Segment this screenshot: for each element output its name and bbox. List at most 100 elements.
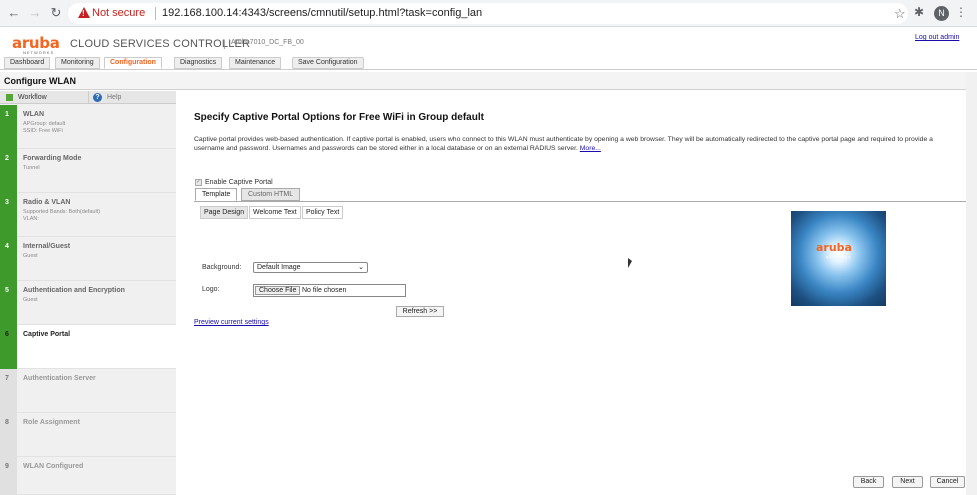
not-secure-label[interactable]: Not secure xyxy=(92,7,145,19)
step-title: Authentication Server xyxy=(23,375,96,382)
step-detail: Tunnel xyxy=(23,165,40,171)
step-number: 4 xyxy=(5,243,9,250)
cancel-button[interactable]: Cancel xyxy=(930,476,965,488)
app-header: aruba NETWORKS CLOUD SERVICES CONTROLLER… xyxy=(0,28,977,70)
step-number: 7 xyxy=(5,375,9,382)
next-button[interactable]: Next xyxy=(892,476,923,488)
logo-file-input[interactable]: Choose File No file chosen xyxy=(253,284,406,297)
profile-avatar[interactable]: N xyxy=(934,6,949,21)
step-number: 5 xyxy=(5,287,9,294)
step-title: Forwarding Mode xyxy=(23,155,82,162)
step-title: Radio & VLAN xyxy=(23,199,71,206)
title-separator: | xyxy=(223,39,226,50)
back-arrow-icon[interactable]: ← xyxy=(6,5,22,21)
workflow-step-internal-guest[interactable]: 4 Internal/Guest Guest xyxy=(0,237,176,281)
background-select[interactable]: Default Image ⌄ xyxy=(253,262,368,273)
help-icon[interactable]: ? xyxy=(93,93,102,102)
workflow-sidebar: Workflow ? Help 1 WLAN APGroup: default … xyxy=(0,91,176,495)
tab-page-design[interactable]: Page Design xyxy=(200,206,249,219)
enable-captive-portal-checkbox[interactable]: ✓ xyxy=(195,179,202,186)
portal-preview-image: aruba NETWORKS xyxy=(791,211,886,306)
choose-file-button[interactable]: Choose File xyxy=(255,286,301,295)
tab-maintenance[interactable]: Maintenance xyxy=(229,57,282,69)
sidebar-header: Workflow ? Help xyxy=(0,91,176,104)
tab-custom-html[interactable]: Custom HTML xyxy=(241,188,301,201)
workflow-step-wlan-configured[interactable]: 9 WLAN Configured xyxy=(0,457,176,495)
tab-diagnostics[interactable]: Diagnostics xyxy=(174,57,223,69)
workflow-step-captive-portal[interactable]: 6 Captive Portal xyxy=(0,325,176,369)
step-number: 9 xyxy=(5,463,9,470)
logo-subtext: NETWORKS xyxy=(23,50,55,55)
step-detail: Guest xyxy=(23,253,38,259)
tabs-divider xyxy=(0,69,977,70)
workflow-tab[interactable]: Workflow xyxy=(18,94,47,101)
description-text: Captive portal provides web-based authen… xyxy=(194,136,933,152)
address-bar[interactable]: Not secure 192.168.100.14:4343/screens/c… xyxy=(68,3,908,24)
logout-link[interactable]: Log out admin xyxy=(915,34,959,41)
step-title: Authentication and Encryption xyxy=(23,287,125,294)
tab-template[interactable]: Template xyxy=(195,188,238,201)
preview-current-settings-link[interactable]: Preview current settings xyxy=(194,319,269,326)
more-link[interactable]: More... xyxy=(580,145,601,152)
workflow-step-authentication-server[interactable]: 7 Authentication Server xyxy=(0,369,176,413)
step-detail: SSID: Free WiFi xyxy=(23,128,63,134)
background-label: Background: xyxy=(202,264,242,271)
workflow-square-icon xyxy=(6,94,13,101)
tab-policy-text[interactable]: Policy Text xyxy=(302,206,344,219)
logo-label: Logo: xyxy=(202,286,220,293)
captive-portal-description: Captive portal provides web-based authen… xyxy=(194,135,964,153)
page-title: Configure WLAN xyxy=(4,76,76,86)
tab-monitoring[interactable]: Monitoring xyxy=(55,57,100,69)
step-title: Role Assignment xyxy=(23,419,80,426)
step-number: 2 xyxy=(5,155,9,162)
step-number: 8 xyxy=(5,419,9,426)
main-panel: Specify Captive Portal Options for Free … xyxy=(177,91,977,495)
mouse-cursor-icon xyxy=(628,258,632,268)
step-title: WLAN xyxy=(23,111,44,118)
step-title: Captive Portal xyxy=(23,331,71,338)
tabs-divider xyxy=(194,201,977,202)
enable-captive-portal-label: Enable Captive Portal xyxy=(205,179,273,186)
page-scrollbar[interactable] xyxy=(966,72,977,495)
tab-welcome-text[interactable]: Welcome Text xyxy=(249,206,301,219)
workflow-step-authentication-encryption[interactable]: 5 Authentication and Encryption Guest xyxy=(0,281,176,325)
forward-arrow-icon[interactable]: → xyxy=(27,5,43,21)
step-title: WLAN Configured xyxy=(23,463,84,470)
step-detail: Guest xyxy=(23,297,38,303)
save-configuration-button[interactable]: Save Configuration xyxy=(292,57,364,69)
step-detail: Supported Bands: Both(default) xyxy=(23,209,101,215)
url-text[interactable]: 192.168.100.14:4343/screens/cmnutil/setu… xyxy=(162,7,482,19)
refresh-button[interactable]: Refresh >> xyxy=(396,306,444,317)
help-tab[interactable]: Help xyxy=(107,94,121,101)
tab-configuration[interactable]: Configuration xyxy=(104,57,162,69)
controller-hostname: Aruba7010_DC_FB_00 xyxy=(231,39,304,46)
bookmark-star-icon[interactable]: ☆ xyxy=(894,6,906,22)
step-number: 3 xyxy=(5,199,9,206)
step-detail: VLAN: xyxy=(23,216,39,222)
workflow-step-forwarding-mode[interactable]: 2 Forwarding Mode Tunnel xyxy=(0,149,176,193)
sidebar-header-divider xyxy=(88,91,89,104)
step-title: Internal/Guest xyxy=(23,243,71,250)
background-selected-value: Default Image xyxy=(257,264,301,271)
preview-logo-subtext: NETWORKS xyxy=(826,255,852,259)
url-divider xyxy=(155,7,156,20)
no-file-chosen-text: No file chosen xyxy=(302,287,347,294)
workflow-step-wlan[interactable]: 1 WLAN APGroup: default SSID: Free WiFi xyxy=(0,105,176,149)
step-detail: APGroup: default xyxy=(23,121,66,127)
chevron-down-icon: ⌄ xyxy=(358,264,364,271)
tab-dashboard[interactable]: Dashboard xyxy=(4,57,51,69)
back-button[interactable]: Back xyxy=(853,476,884,488)
aruba-logo: aruba NETWORKS xyxy=(12,34,64,56)
browser-menu-icon[interactable]: ⋮ xyxy=(955,5,967,19)
workflow-step-radio-vlan[interactable]: 3 Radio & VLAN Supported Bands: Both(def… xyxy=(0,193,176,237)
warning-icon xyxy=(78,7,90,18)
main-heading: Specify Captive Portal Options for Free … xyxy=(194,112,484,123)
section-bar: Configure WLAN xyxy=(0,72,977,90)
extensions-puzzle-icon[interactable]: ✱ xyxy=(914,5,924,19)
browser-toolbar: ← → ↻ Not secure 192.168.100.14:4343/scr… xyxy=(0,0,977,27)
preview-logo-wordmark: aruba xyxy=(816,241,852,254)
step-number: 1 xyxy=(5,111,9,118)
workflow-step-role-assignment[interactable]: 8 Role Assignment xyxy=(0,413,176,457)
step-number: 6 xyxy=(5,331,9,338)
reload-icon[interactable]: ↻ xyxy=(48,5,64,21)
